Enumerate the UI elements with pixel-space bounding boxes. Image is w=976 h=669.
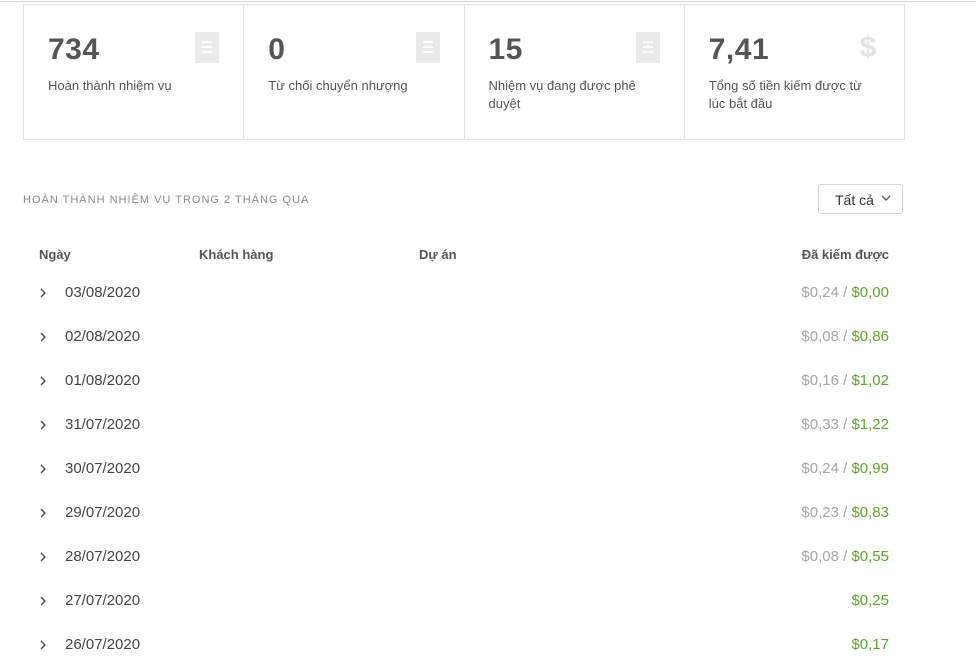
chevron-right-icon[interactable]: [38, 640, 48, 650]
stat-value: 0: [268, 33, 286, 66]
stat-value: 734: [48, 33, 100, 66]
stat-card-pending-review: 15 Nhiệm vụ đang được phê duyệt: [465, 5, 685, 139]
document-icon: [195, 32, 220, 63]
stat-label: Từ chối chuyển nhượng: [268, 78, 408, 93]
row-date: 31/07/2020: [65, 416, 141, 433]
paid-amount: $0,86: [851, 328, 889, 345]
table-row[interactable]: 02/08/2020 $0,08 / $0,86: [0, 315, 976, 359]
chevron-right-icon[interactable]: [38, 596, 48, 606]
amount-separator: /: [838, 548, 852, 565]
table-row[interactable]: 29/07/2020 $0,23 / $0,83: [0, 491, 976, 535]
amount-separator: /: [838, 460, 852, 477]
amount-separator: /: [838, 372, 852, 389]
row-earned: $0,33 / $1,22: [801, 416, 889, 434]
stats-panel: 734 Hoàn thành nhiệm vụ 0 Từ chối chuyển…: [23, 4, 905, 140]
table-row[interactable]: 01/08/2020 $0,16 / $1,02: [0, 359, 976, 403]
row-earned: $0,24 / $0,00: [801, 284, 889, 302]
paid-amount: $0,17: [851, 636, 889, 653]
pending-amount: $0,08: [801, 328, 839, 345]
amount-separator: /: [838, 504, 852, 521]
pending-amount: $0,24: [801, 284, 839, 301]
row-date: 26/07/2020: [65, 636, 141, 653]
column-header-project[interactable]: Dự án: [419, 246, 457, 264]
table-row[interactable]: 30/07/2020 $0,24 / $0,99: [0, 447, 976, 491]
stat-label: Hoàn thành nhiệm vụ: [48, 78, 172, 93]
table-header: Ngày Khách hàng Dự án Đã kiếm được: [0, 246, 976, 266]
pending-amount: $0,24: [801, 460, 839, 477]
chevron-right-icon[interactable]: [38, 288, 48, 298]
row-date: 27/07/2020: [65, 592, 141, 609]
pending-amount: $0,16: [801, 372, 839, 389]
paid-amount: $0,55: [851, 548, 889, 565]
amount-separator: /: [838, 284, 852, 301]
table-row[interactable]: 27/07/2020 $0,25: [0, 579, 976, 623]
filter-label: Tất cả: [835, 192, 874, 208]
row-earned: $0,08 / $0,86: [801, 328, 889, 346]
column-header-client[interactable]: Khách hàng: [199, 246, 273, 264]
row-date: 03/08/2020: [65, 284, 141, 301]
paid-amount: $1,02: [851, 372, 889, 389]
stat-card-completed: 734 Hoàn thành nhiệm vụ: [24, 5, 245, 139]
stat-card-rejected: 0 Từ chối chuyển nhượng: [244, 5, 465, 139]
top-divider: [0, 1, 976, 2]
row-date: 29/07/2020: [65, 504, 141, 521]
stat-value: 7,41: [708, 33, 770, 66]
paid-amount: $0,99: [851, 460, 889, 477]
amount-separator: /: [838, 328, 852, 345]
row-earned: $0,16 / $1,02: [801, 372, 889, 390]
dollar-icon: $: [859, 31, 877, 64]
row-date: 01/08/2020: [65, 372, 141, 389]
paid-amount: $0,00: [851, 284, 889, 301]
table-row[interactable]: 03/08/2020 $0,24 / $0,00: [0, 271, 976, 315]
chevron-down-icon: [881, 195, 891, 201]
pending-amount: $0,08: [801, 548, 839, 565]
chevron-right-icon[interactable]: [38, 332, 48, 342]
chevron-right-icon[interactable]: [38, 420, 48, 430]
chevron-right-icon[interactable]: [38, 508, 48, 518]
row-date: 02/08/2020: [65, 328, 141, 345]
table-row[interactable]: 28/07/2020 $0,08 / $0,55: [0, 535, 976, 579]
section-title: HOÀN THÀNH NHIỆM VỤ TRONG 2 THÁNG QUA: [23, 194, 310, 206]
stat-value: 15: [488, 33, 523, 66]
document-icon: [415, 32, 440, 63]
table-row[interactable]: 26/07/2020 $0,17: [0, 623, 976, 667]
row-earned: $0,23 / $0,83: [801, 504, 889, 522]
chevron-right-icon[interactable]: [38, 376, 48, 386]
paid-amount: $0,83: [851, 504, 889, 521]
document-icon: [635, 32, 660, 63]
pending-amount: $0,33: [801, 416, 839, 433]
chevron-right-icon[interactable]: [38, 464, 48, 474]
table-row[interactable]: 31/07/2020 $0,33 / $1,22: [0, 403, 976, 447]
table-body: 03/08/2020 $0,24 / $0,00 02/08/2020 $0,0…: [0, 271, 976, 667]
paid-amount: $1,22: [851, 416, 889, 433]
pending-amount: $0,23: [801, 504, 839, 521]
row-earned: $0,08 / $0,55: [801, 548, 889, 566]
row-date: 30/07/2020: [65, 460, 141, 477]
column-header-earned[interactable]: Đã kiếm được: [802, 246, 889, 264]
row-earned: $0,17: [851, 636, 889, 654]
row-date: 28/07/2020: [65, 548, 141, 565]
filter-dropdown[interactable]: Tất cả: [818, 184, 903, 214]
amount-separator: /: [838, 416, 852, 433]
stat-card-total-earned: 7,41 Tổng số tiền kiếm được từ lúc bắt đ…: [685, 5, 904, 139]
column-header-date[interactable]: Ngày: [39, 246, 71, 264]
stat-label: Nhiệm vụ đang được phê duyệt: [488, 78, 636, 111]
paid-amount: $0,25: [851, 592, 889, 609]
chevron-right-icon[interactable]: [38, 552, 48, 562]
stat-label: Tổng số tiền kiếm được từ lúc bắt đầu: [708, 78, 862, 111]
row-earned: $0,25: [851, 592, 889, 610]
row-earned: $0,24 / $0,99: [801, 460, 889, 478]
